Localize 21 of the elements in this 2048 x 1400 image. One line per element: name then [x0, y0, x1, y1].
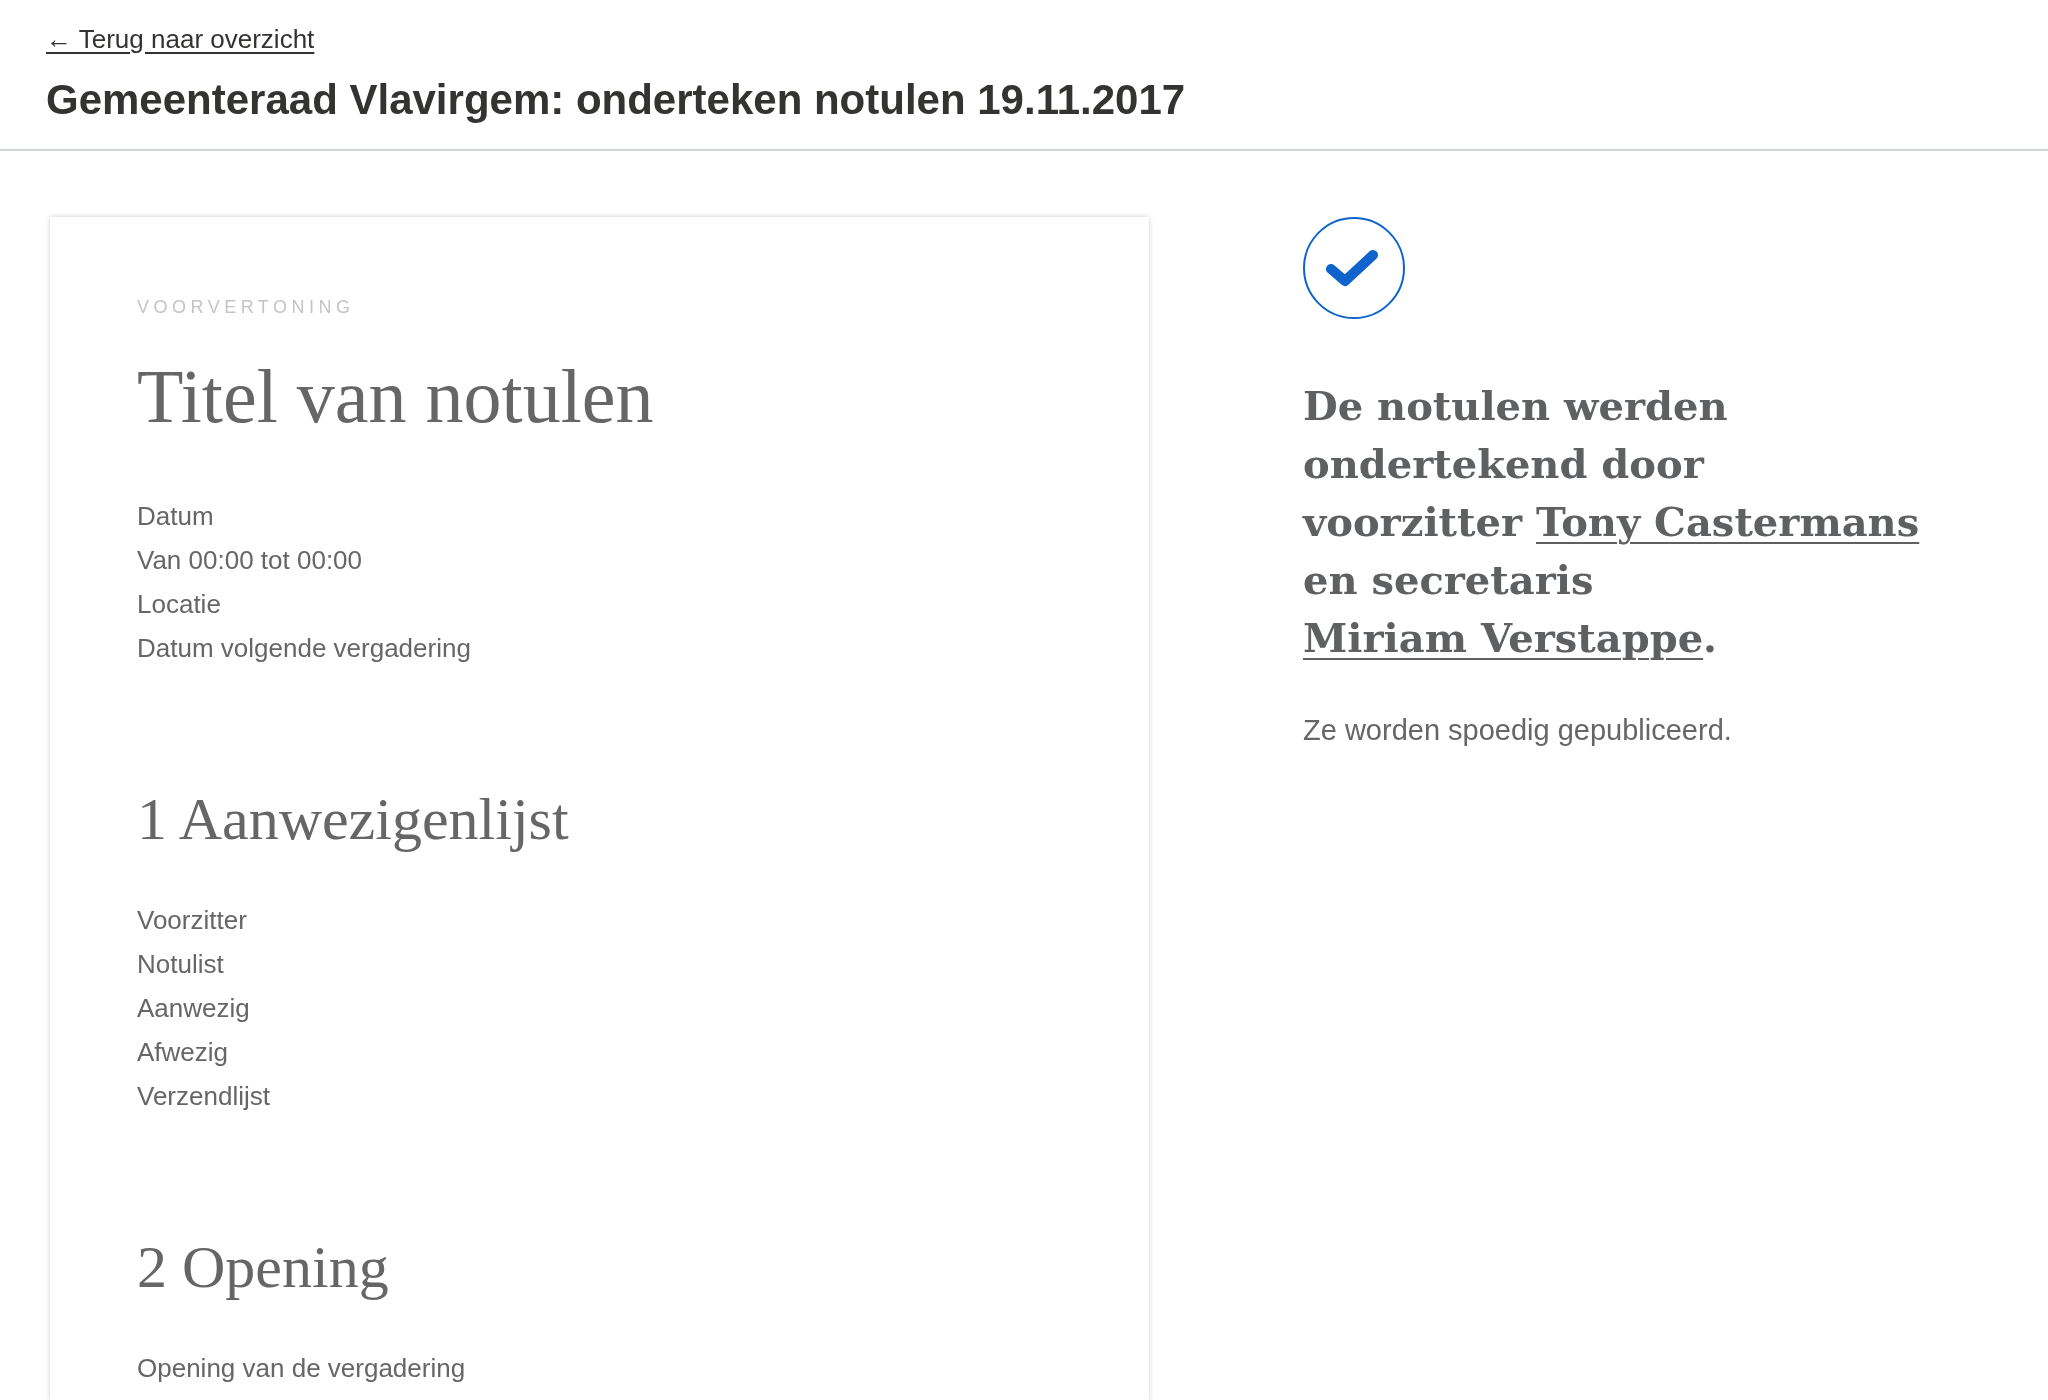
section-line: Verzendlijst	[137, 1080, 270, 1113]
section-line: Afwezig	[137, 1036, 229, 1069]
section-line: Notulist	[137, 948, 224, 981]
section-line: Opening van de vergadering	[137, 1352, 466, 1385]
meta-line: Locatie	[137, 588, 221, 621]
section-heading: 2 Opening	[137, 1233, 389, 1302]
preview-title: Titel van notulen	[137, 353, 654, 440]
meta-line: Datum volgende vergadering	[137, 632, 471, 665]
section-line: Voorzitter	[137, 904, 247, 937]
person-link[interactable]: Tony Castermans	[1536, 498, 1920, 545]
page-title: Gemeenteraad Vlavirgem: onderteken notulen 19.11.2017	[46, 75, 1186, 125]
check-icon	[1303, 217, 1405, 319]
section-heading: 1 Aanwezigenlijst	[137, 785, 569, 854]
person-link[interactable]: Miriam Verstappe	[1303, 614, 1704, 661]
back-link[interactable]: ← Terug naar overzicht	[46, 22, 315, 56]
publish-note: Ze worden spoedig gepubliceerd.	[1303, 713, 1732, 748]
meta-line: Datum	[137, 500, 214, 533]
preview-label: VOORVERTONING	[137, 296, 355, 319]
meta-line: Van 00:00 tot 00:00	[137, 544, 363, 577]
confirmation-message: De notulen werden ondertekend door voorzitter Tony Castermans en secretaris Miriam Verstappe.	[1303, 381, 1921, 663]
section-line: Aanwezig	[137, 992, 250, 1025]
